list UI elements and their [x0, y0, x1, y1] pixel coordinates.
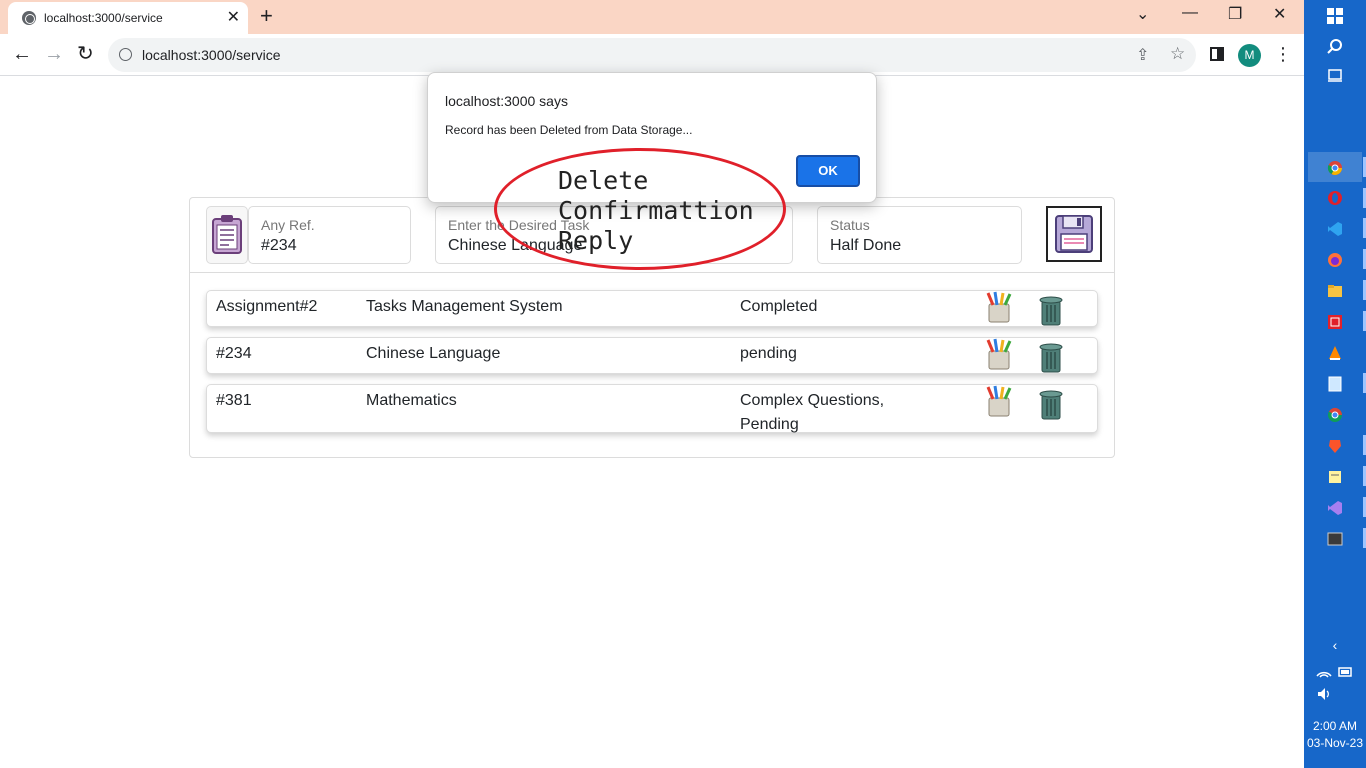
clipboard-icon	[212, 215, 242, 254]
new-tab-button[interactable]: +	[260, 4, 273, 28]
record-row: Assignment#2 Tasks Management System Com…	[206, 290, 1098, 327]
share-icon[interactable]: ⇪	[1136, 45, 1149, 65]
vlc-icon[interactable]	[1327, 345, 1343, 361]
trash-can-icon[interactable]	[1035, 340, 1067, 374]
file-explorer-icon[interactable]	[1327, 283, 1343, 299]
record-status: Completed	[740, 298, 818, 315]
record-task: Chinese Language	[366, 345, 501, 362]
pencil-cup-edit-icon[interactable]	[982, 385, 1016, 417]
close-tab-icon[interactable]: ✕	[227, 7, 240, 27]
url-text: localhost:3000/service	[142, 47, 281, 63]
record-task: Mathematics	[366, 392, 457, 409]
trash-can-icon[interactable]	[1035, 387, 1067, 421]
site-info-icon[interactable]	[119, 48, 132, 61]
visual-studio-icon[interactable]	[1327, 500, 1343, 516]
tab-title: localhost:3000/service	[44, 11, 163, 25]
record-ref: #381	[216, 392, 252, 409]
address-bar[interactable]: localhost:3000/service ⇪ ☆	[108, 38, 1196, 72]
status-label: Status	[830, 217, 870, 233]
show-hidden-icons-chevron-icon[interactable]: ‹	[1304, 637, 1366, 653]
record-row: #381 Mathematics Complex Questions, Pend…	[206, 384, 1098, 433]
opera-icon[interactable]	[1327, 190, 1343, 206]
annotation-text: Delete Confirmattion Reply	[558, 166, 754, 255]
floppy-disk-icon	[1055, 215, 1093, 253]
bookmark-star-icon[interactable]: ☆	[1170, 44, 1185, 64]
task-view-icon[interactable]	[1327, 67, 1343, 83]
back-button[interactable]: ←	[12, 42, 32, 66]
profile-avatar[interactable]: M	[1238, 44, 1261, 67]
browser-tab[interactable]: localhost:3000/service ✕	[8, 2, 248, 34]
tab-search-icon[interactable]: ⌄	[1136, 4, 1149, 24]
sticky-notes-icon[interactable]	[1327, 469, 1343, 485]
dialog-message: Record has been Deleted from Data Storag…	[445, 123, 693, 137]
more-menu-icon[interactable]: ⋮	[1274, 44, 1292, 64]
status-input[interactable]: Half Done	[830, 237, 901, 255]
pencil-cup-edit-icon[interactable]	[982, 291, 1016, 323]
windows-start-icon[interactable]	[1327, 8, 1343, 24]
clock-date: 03-Nov-23	[1306, 736, 1364, 750]
command-prompt-icon[interactable]	[1327, 531, 1343, 547]
windows-taskbar: ‹ 2:00 AM 03-Nov-23	[1304, 0, 1366, 768]
pencil-cup-edit-icon[interactable]	[982, 338, 1016, 370]
close-window-button[interactable]: ✕	[1273, 4, 1286, 24]
browser-toolbar: ← → ↻ localhost:3000/service ⇪ ☆ M ⋮	[0, 34, 1304, 76]
firefox-icon[interactable]	[1327, 252, 1343, 268]
record-ref: Assignment#2	[216, 298, 318, 315]
search-icon[interactable]	[1327, 38, 1343, 54]
ref-input[interactable]: #234	[261, 237, 297, 255]
trash-can-icon[interactable]	[1035, 293, 1067, 327]
record-ref: #234	[216, 345, 252, 362]
record-row: #234 Chinese Language pending	[206, 337, 1098, 374]
ref-label: Any Ref.	[261, 217, 315, 233]
clock-time: 2:00 AM	[1312, 719, 1358, 733]
forward-button[interactable]: →	[44, 42, 64, 66]
tab-strip: localhost:3000/service ✕ + ⌄ — ❐ ✕	[0, 0, 1304, 34]
record-task: Tasks Management System	[366, 298, 563, 315]
record-status: pending	[740, 345, 797, 362]
taskbar-clock[interactable]: 2:00 AM 03-Nov-23	[1304, 718, 1366, 752]
reload-button[interactable]: ↻	[77, 42, 94, 66]
chrome-alt-icon[interactable]	[1327, 407, 1343, 423]
battery-icon[interactable]	[1338, 664, 1354, 680]
vscode-icon[interactable]	[1327, 221, 1343, 237]
red-app-icon[interactable]	[1327, 314, 1343, 330]
ref-field[interactable]: Any Ref. #234	[248, 206, 411, 264]
record-status: Complex Questions, Pending	[740, 392, 885, 433]
restore-button[interactable]: ❐	[1228, 4, 1242, 24]
notepad-icon[interactable]	[1327, 376, 1343, 392]
chrome-icon[interactable]	[1327, 160, 1343, 176]
globe-icon	[22, 11, 36, 25]
volume-icon[interactable]	[1316, 686, 1332, 702]
clipboard-button[interactable]	[206, 206, 248, 264]
ok-button[interactable]: OK	[796, 155, 860, 187]
wifi-icon[interactable]	[1316, 664, 1332, 680]
status-field[interactable]: Status Half Done	[817, 206, 1022, 264]
screen: localhost:3000/service ✕ + ⌄ — ❐ ✕ ← → ↻…	[0, 0, 1366, 768]
dialog-title: localhost:3000 says	[445, 93, 568, 109]
save-button[interactable]	[1046, 206, 1102, 262]
minimize-button[interactable]: —	[1182, 4, 1198, 22]
side-panel-icon[interactable]	[1210, 47, 1224, 61]
brave-icon[interactable]	[1327, 438, 1343, 454]
